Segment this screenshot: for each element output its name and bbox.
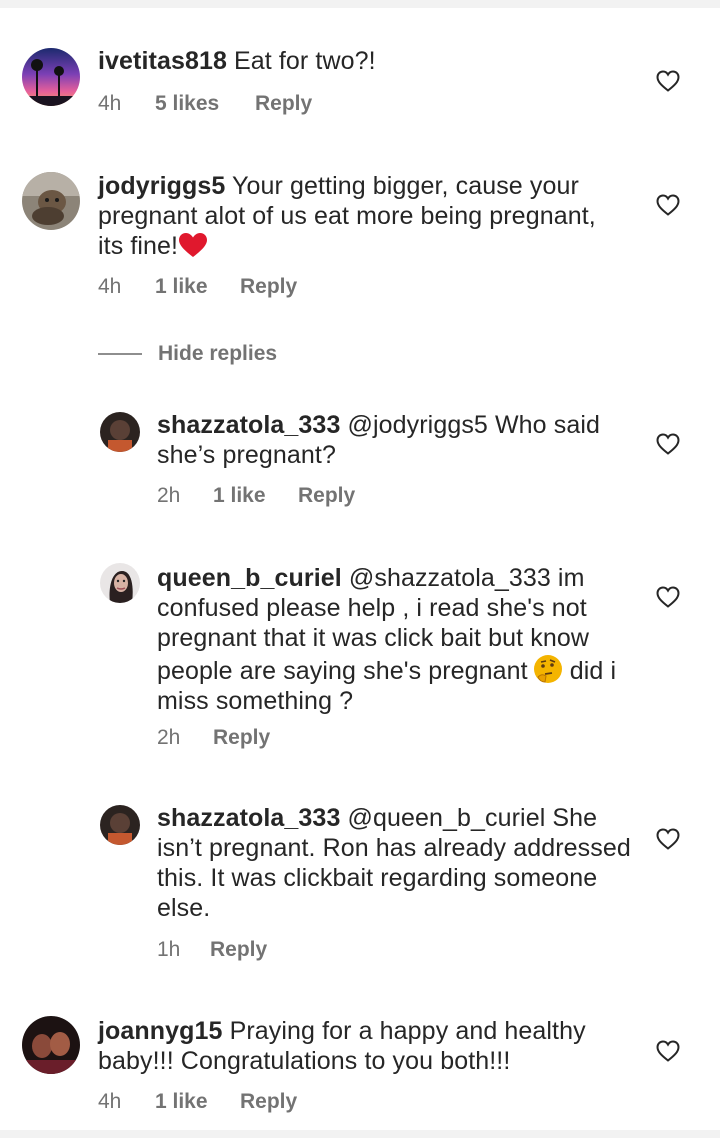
comment-username[interactable]: joannyg15 <box>98 1017 223 1045</box>
comment-time: 4h <box>98 275 122 298</box>
thinking-face-emoji <box>533 655 562 683</box>
like-heart-icon[interactable] <box>656 70 680 92</box>
comment-likes[interactable]: 5 likes <box>155 92 255 116</box>
hide-replies-label[interactable]: Hide replies <box>158 342 277 366</box>
reply-button[interactable]: Reply <box>213 726 270 750</box>
like-heart-icon[interactable] <box>656 433 680 455</box>
comment-likes[interactable]: 1 like <box>155 1090 240 1114</box>
comment-likes[interactable]: 1 like <box>213 484 298 508</box>
red-heart-emoji <box>179 233 208 257</box>
reply-button[interactable]: Reply <box>298 484 355 508</box>
comment-username[interactable]: shazzatola_333 <box>157 804 340 832</box>
comment-time: 2h <box>157 726 181 749</box>
comment-meta: 4h 5 likes Reply <box>98 92 312 116</box>
reply-button[interactable]: Reply <box>240 1090 297 1114</box>
like-heart-icon[interactable] <box>656 194 680 216</box>
comments-panel: ivetitas818 Eat for two?! 4h 5 likes Rep… <box>0 0 720 1138</box>
avatar[interactable] <box>22 48 80 106</box>
comment-time: 1h <box>157 938 181 961</box>
hide-replies-button[interactable]: Hide replies <box>98 342 277 366</box>
comment-username[interactable]: shazzatola_333 <box>157 411 340 439</box>
avatar[interactable] <box>100 563 140 603</box>
like-heart-icon[interactable] <box>656 586 680 608</box>
comment-username[interactable]: jodyriggs5 <box>98 172 225 200</box>
comment-username[interactable]: queen_b_curiel <box>157 564 342 592</box>
reply-button[interactable]: Reply <box>240 275 297 299</box>
comment-time: 4h <box>98 92 122 115</box>
like-heart-icon[interactable] <box>656 828 680 850</box>
avatar[interactable] <box>22 172 80 230</box>
comment-likes[interactable]: 1 like <box>155 275 240 299</box>
avatar[interactable] <box>100 805 140 845</box>
comment-meta: 2h Reply <box>157 726 270 750</box>
avatar[interactable] <box>22 1016 80 1074</box>
comment-time: 2h <box>157 484 181 507</box>
avatar[interactable] <box>100 412 140 452</box>
comment-meta: 1h Reply <box>157 938 267 962</box>
like-heart-icon[interactable] <box>656 1040 680 1062</box>
reply-button[interactable]: Reply <box>255 92 312 116</box>
divider <box>98 353 142 355</box>
comment-meta: 4h 1 like Reply <box>98 275 297 299</box>
comment-meta: 2h 1 like Reply <box>157 484 355 508</box>
comment-username[interactable]: ivetitas818 <box>98 47 227 75</box>
comment-meta: 4h 1 like Reply <box>98 1090 297 1114</box>
reply-button[interactable]: Reply <box>210 938 267 962</box>
comment-text: Eat for two?! <box>234 47 376 75</box>
comment-time: 4h <box>98 1090 122 1113</box>
